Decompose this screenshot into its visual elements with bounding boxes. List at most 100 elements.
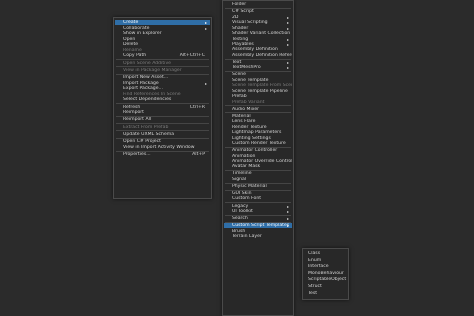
menu-item-label: Test bbox=[308, 290, 318, 296]
menu-item-reimport[interactable]: Reimport bbox=[115, 110, 210, 115]
menu-item-scene-template[interactable]: Scene Template bbox=[224, 78, 292, 83]
menu-item-ui-toolkit[interactable]: UI Toolkit ▸ bbox=[224, 209, 292, 214]
chevron-right-icon: ▸ bbox=[286, 14, 289, 20]
menu-item-custom-render-texture[interactable]: Custom Render Texture bbox=[224, 141, 292, 146]
menu-item-enum[interactable]: Enum bbox=[304, 258, 347, 263]
create-submenu: Folder C# Script 2D ▸ Visual Scripting ▸ Shade… bbox=[222, 0, 294, 316]
menu-item-view-in-import-activity-window[interactable]: View in Import Activity Window bbox=[115, 145, 210, 150]
menu-item-folder[interactable]: Folder bbox=[224, 2, 292, 7]
shortcut-text: Alt+Ctrl+C bbox=[179, 53, 205, 59]
menu-item-label: Refresh bbox=[123, 104, 141, 110]
menu-item-lens-flare[interactable]: Lens Flare bbox=[224, 119, 292, 124]
menu-item-open-c-project[interactable]: Open C# Project bbox=[115, 139, 210, 144]
menu-item-terrain-layer[interactable]: Terrain Layer bbox=[224, 234, 292, 239]
menu-item-signal[interactable]: Signal bbox=[224, 177, 292, 182]
menu-item-label: Audio Mixer bbox=[232, 106, 260, 112]
menu-item-label: Render Texture bbox=[232, 124, 267, 130]
menu-item-label: Testing bbox=[232, 36, 249, 42]
menu-item-label: Find References In Scene bbox=[123, 91, 181, 97]
menu-item-label: Struct bbox=[308, 284, 322, 289]
menu-item-legacy[interactable]: Legacy ▸ bbox=[224, 204, 292, 209]
menu-item-label: Timeline bbox=[232, 171, 252, 177]
menu-item-2d[interactable]: 2D ▸ bbox=[224, 15, 292, 20]
menu-item-search[interactable]: Search ▸ bbox=[224, 216, 292, 221]
menu-item-collaborate[interactable]: Collaborate ▸ bbox=[115, 26, 210, 31]
menu-item-reimport-all[interactable]: Reimport All bbox=[115, 117, 210, 122]
custom-script-templates-submenu: Class Enum Interface MonoBehaviour Scriptabl… bbox=[302, 248, 349, 300]
menu-item-struct[interactable]: Struct bbox=[304, 284, 347, 289]
menu-item-text[interactable]: Text ▸ bbox=[224, 60, 292, 65]
menu-item-label: Material bbox=[232, 113, 251, 119]
menu-item-label: Custom Font bbox=[232, 196, 262, 202]
menu-item-label: Prefab Variant bbox=[232, 99, 265, 105]
menu-item-refresh[interactable]: Refresh Ctrl+R bbox=[115, 105, 210, 110]
menu-item-visual-scripting[interactable]: Visual Scripting ▸ bbox=[224, 20, 292, 25]
menu-item-textmeshpro[interactable]: TextMeshPro ▸ bbox=[224, 65, 292, 70]
menu-item-update-uxml-schema[interactable]: Update UXML Schema bbox=[115, 132, 210, 137]
menu-item-label: Custom Script Templates bbox=[232, 223, 290, 229]
menu-item-prefab[interactable]: Prefab bbox=[224, 94, 292, 99]
menu-item-export-package[interactable]: Export Package... bbox=[115, 86, 210, 91]
menu-item-label: Open bbox=[123, 36, 136, 42]
menu-item-assembly-definition-reference[interactable]: Assembly Definition Reference bbox=[224, 53, 292, 58]
menu-item-brush[interactable]: Brush bbox=[224, 229, 292, 234]
menu-item-label: MonoBehaviour bbox=[308, 270, 344, 276]
menu-item-animator-override-controller[interactable]: Animator Override Controller bbox=[224, 159, 292, 164]
menu-item-animator-controller[interactable]: Animator Controller bbox=[224, 148, 292, 153]
menu-item-import-package[interactable]: Import Package ▸ bbox=[115, 81, 210, 86]
menu-item-properties[interactable]: Properties... Alt+P bbox=[115, 152, 210, 157]
menu-item-open-scene-additive: Open Scene Additive bbox=[115, 61, 210, 66]
menu-item-delete[interactable]: Delete bbox=[115, 42, 210, 47]
menu-item-audio-mixer[interactable]: Audio Mixer bbox=[224, 107, 292, 112]
menu-item-label: GUI Skin bbox=[232, 191, 252, 196]
menu-item-custom-script-templates[interactable]: Custom Script Templates ▸ bbox=[224, 223, 292, 229]
menu-item-label: Open C# Project bbox=[123, 139, 161, 145]
menu-item-label: Brush bbox=[232, 228, 246, 234]
chevron-right-icon: ▸ bbox=[286, 65, 289, 71]
menu-item-material[interactable]: Material bbox=[224, 114, 292, 119]
menu-item-monobehaviour[interactable]: MonoBehaviour bbox=[304, 271, 347, 276]
menu-item-copy-path[interactable]: Copy Path Alt+Ctrl+C bbox=[115, 53, 210, 58]
menu-item-class[interactable]: Class bbox=[304, 251, 347, 256]
menu-item-scene-template-pipeline[interactable]: Scene Template Pipeline bbox=[224, 89, 292, 94]
menu-item-custom-font[interactable]: Custom Font bbox=[224, 196, 292, 201]
menu-item-shader-variant-collection[interactable]: Shader Variant Collection bbox=[224, 31, 292, 36]
menu-item-avatar-mask[interactable]: Avatar Mask bbox=[224, 164, 292, 169]
menu-item-open[interactable]: Open bbox=[115, 37, 210, 42]
menu-item-show-in-explorer[interactable]: Show in Explorer bbox=[115, 31, 210, 36]
menu-item-label: Prefab bbox=[232, 94, 247, 100]
menu-item-scriptableobject[interactable]: ScriptableObject bbox=[304, 277, 347, 282]
menu-item-label: Import Package bbox=[123, 80, 159, 86]
menu-item-import-new-asset[interactable]: Import New Asset... bbox=[115, 75, 210, 80]
chevron-right-icon: ▸ bbox=[204, 25, 207, 31]
chevron-right-icon: ▸ bbox=[286, 223, 289, 229]
menu-item-label: Physic Material bbox=[232, 183, 267, 189]
menu-item-gui-skin[interactable]: GUI Skin bbox=[224, 191, 292, 196]
menu-item-label: Open Scene Additive bbox=[123, 60, 171, 66]
menu-item-physic-material[interactable]: Physic Material bbox=[224, 184, 292, 189]
menu-item-create[interactable]: Create ▸ bbox=[115, 20, 210, 26]
menu-item-label: ScriptableObject bbox=[308, 277, 347, 283]
menu-item-select-dependencies[interactable]: Select Dependencies bbox=[115, 97, 210, 102]
menu-item-playables[interactable]: Playables ▸ bbox=[224, 42, 292, 47]
menu-item-label: Avatar Mask bbox=[232, 164, 261, 170]
menu-item-label: Collaborate bbox=[123, 25, 150, 31]
menu-item-assembly-definition[interactable]: Assembly Definition bbox=[224, 47, 292, 52]
menu-item-lightmap-parameters[interactable]: Lightmap Parameters bbox=[224, 130, 292, 135]
menu-item-c-script[interactable]: C# Script bbox=[224, 9, 292, 14]
menu-item-shader[interactable]: Shader ▸ bbox=[224, 26, 292, 31]
menu-item-scene[interactable]: Scene bbox=[224, 72, 292, 77]
menu-item-lighting-settings[interactable]: Lighting Settings bbox=[224, 136, 292, 141]
menu-item-label: Shader Variant Collection bbox=[232, 31, 291, 37]
menu-item-render-texture[interactable]: Render Texture bbox=[224, 125, 292, 130]
menu-item-interface[interactable]: Interface bbox=[304, 264, 347, 269]
menu-item-label: Text bbox=[232, 59, 242, 65]
menu-item-timeline[interactable]: Timeline bbox=[224, 171, 292, 176]
menu-item-label: Show in Explorer bbox=[123, 31, 162, 37]
menu-item-label: Reimport All bbox=[123, 117, 152, 123]
menu-item-animation[interactable]: Animation bbox=[224, 154, 292, 159]
menu-item-testing[interactable]: Testing ▸ bbox=[224, 37, 292, 42]
menu-item-label: Folder bbox=[232, 2, 247, 8]
chevron-right-icon: ▸ bbox=[286, 59, 289, 65]
menu-item-test[interactable]: Test bbox=[304, 291, 347, 296]
